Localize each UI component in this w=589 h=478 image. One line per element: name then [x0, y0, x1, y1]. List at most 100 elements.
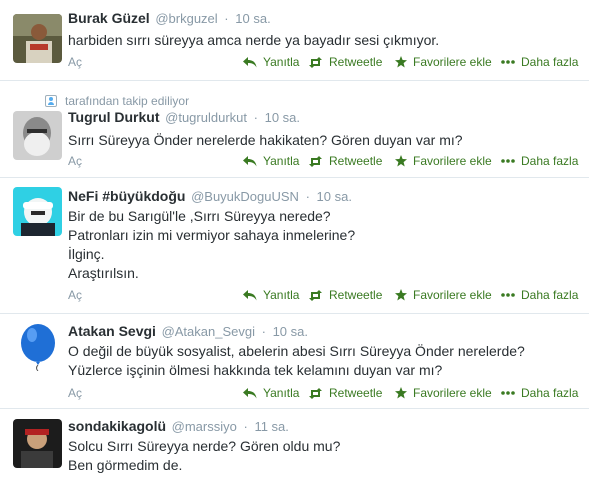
favorite-label: Favorilere ekle — [413, 386, 492, 400]
reply-icon — [243, 155, 257, 166]
author-handle[interactable]: @marssiyo — [172, 419, 237, 434]
reply-button[interactable]: Yanıtla — [243, 154, 299, 168]
more-dots-icon — [501, 159, 515, 163]
author-name[interactable]: Burak Güzel — [68, 10, 150, 26]
author-name[interactable]: sondakikagolü — [68, 418, 166, 434]
more-button[interactable]: Daha fazla — [501, 386, 578, 400]
tweet-actions: Aç Yanıtla Retweetle Favorilere ekle Dah… — [68, 288, 578, 304]
timestamp[interactable]: 10 sa. — [235, 11, 270, 26]
tweet[interactable]: Atakan Sevgi @Atakan_Sevgi · 10 sa. O de… — [0, 314, 589, 409]
tweet[interactable]: NeFi #büyükdoğu @BuyukDoguUSN · 10 sa. B… — [0, 178, 589, 314]
reply-label: Yanıtla — [263, 386, 300, 400]
author-handle[interactable]: @brkguzel — [155, 11, 217, 26]
tweet[interactable]: sondakikagolü @marssiyo · 11 sa. Solcu S… — [0, 409, 589, 478]
separator-dot: · — [305, 189, 310, 204]
star-icon — [395, 289, 407, 301]
retweet-icon — [309, 289, 322, 301]
tweet-text: Solcu Sırrı Süreyya nerde? Gören oldu mu… — [68, 437, 340, 475]
star-icon — [395, 56, 407, 68]
follow-context: tarafından takip ediliyor — [45, 94, 189, 108]
reply-label: Yanıtla — [263, 288, 300, 302]
tweet-text-line: İlginç. — [68, 246, 105, 262]
reply-label: Yanıtla — [263, 154, 300, 168]
expand-link[interactable]: Aç — [68, 55, 82, 69]
retweet-icon — [309, 56, 322, 68]
retweet-icon — [309, 155, 322, 167]
tweet-text-line: Patronları izin mi vermiyor sahaya inmel… — [68, 227, 356, 243]
expand-link[interactable]: Aç — [68, 154, 82, 168]
more-label: Daha fazla — [521, 154, 579, 168]
expand-link[interactable]: Aç — [68, 288, 82, 302]
reply-icon — [243, 56, 257, 67]
avatar-photo-icon — [13, 419, 62, 468]
tweet-text-line: Yüzlerce işçinin ölmesi hakkında tek kel… — [68, 362, 443, 378]
tweet-text-line: Ben görmedim de. — [68, 457, 183, 473]
avatar[interactable] — [13, 14, 62, 63]
separator-dot: · — [224, 11, 229, 26]
favorite-label: Favorilere ekle — [413, 55, 492, 69]
tweet-header: Tugrul Durkut @tugruldurkut · 10 sa. — [68, 109, 300, 125]
star-icon — [395, 387, 407, 399]
favorite-button[interactable]: Favorilere ekle — [395, 288, 492, 302]
user-icon — [45, 95, 57, 107]
more-button[interactable]: Daha fazla — [501, 55, 578, 69]
follow-context-text: tarafından takip ediliyor — [65, 94, 190, 108]
author-handle[interactable]: @BuyukDoguUSN — [191, 189, 299, 204]
author-handle[interactable]: @Atakan_Sevgi — [162, 324, 255, 339]
tweet-header: Atakan Sevgi @Atakan_Sevgi · 10 sa. — [68, 323, 308, 339]
tweet-header: NeFi #büyükdoğu @BuyukDoguUSN · 10 sa. — [68, 188, 352, 204]
separator-dot: · — [261, 324, 266, 339]
tweet-text: Bir de bu Sarıgül'le ,Sırrı Süreyya nere… — [68, 207, 355, 283]
star-icon — [395, 155, 407, 167]
tweet-text-line: Araştırılsın. — [68, 265, 139, 281]
author-handle[interactable]: @tugruldurkut — [165, 110, 247, 125]
avatar[interactable] — [13, 322, 62, 371]
tweet-actions: Aç Yanıtla Retweetle Favorilere ekle Dah… — [68, 154, 578, 170]
balloon-avatar-icon — [13, 322, 62, 371]
favorite-button[interactable]: Favorilere ekle — [395, 55, 492, 69]
avatar[interactable] — [13, 187, 62, 236]
more-button[interactable]: Daha fazla — [501, 288, 578, 302]
tweet-text: O değil de büyük sosyalist, abelerin abe… — [68, 342, 525, 380]
avatar-photo-icon — [13, 187, 62, 236]
author-name[interactable]: NeFi #büyükdoğu — [68, 188, 185, 204]
timestamp[interactable]: 10 sa. — [273, 324, 308, 339]
separator-dot: · — [243, 419, 248, 434]
retweet-button[interactable]: Retweetle — [308, 55, 382, 69]
author-name[interactable]: Atakan Sevgi — [68, 323, 156, 339]
avatar[interactable] — [13, 111, 62, 160]
tweet[interactable]: tarafından takip ediliyor Tugrul Durkut … — [0, 81, 589, 178]
reply-icon — [243, 387, 257, 398]
more-button[interactable]: Daha fazla — [501, 154, 578, 168]
more-label: Daha fazla — [521, 288, 579, 302]
expand-link[interactable]: Aç — [68, 386, 82, 400]
timestamp[interactable]: 11 sa. — [254, 419, 288, 434]
favorite-button[interactable]: Favorilere ekle — [395, 154, 492, 168]
tweet-header: sondakikagolü @marssiyo · 11 sa. — [68, 418, 289, 434]
timestamp[interactable]: 10 sa. — [317, 189, 352, 204]
more-label: Daha fazla — [521, 55, 579, 69]
author-name[interactable]: Tugrul Durkut — [68, 109, 160, 125]
tweet-actions: Aç Yanıtla Retweetle Favorilere ekle Dah… — [68, 55, 578, 71]
reply-button[interactable]: Yanıtla — [243, 386, 299, 400]
avatar[interactable] — [13, 419, 62, 468]
retweet-button[interactable]: Retweetle — [308, 386, 382, 400]
favorite-button[interactable]: Favorilere ekle — [395, 386, 492, 400]
tweet-actions: Aç Yanıtla Retweetle Favorilere ekle Dah… — [68, 386, 578, 402]
more-label: Daha fazla — [521, 386, 579, 400]
retweet-button[interactable]: Retweetle — [308, 154, 382, 168]
tweet-text-line: Bir de bu Sarıgül'le ,Sırrı Süreyya nere… — [68, 208, 331, 224]
tweet-header: Burak Güzel @brkguzel · 10 sa. — [68, 10, 271, 26]
more-dots-icon — [501, 391, 515, 395]
tweet-text: Sırrı Süreyya Önder nerelerde hakikaten?… — [68, 131, 463, 150]
tweet-text-line: harbiden sırrı süreyya amca nerde ya bay… — [68, 32, 440, 48]
retweet-label: Retweetle — [329, 154, 383, 168]
tweet[interactable]: Burak Güzel @brkguzel · 10 sa. harbiden … — [0, 0, 589, 81]
favorite-label: Favorilere ekle — [413, 288, 492, 302]
retweet-button[interactable]: Retweetle — [308, 288, 382, 302]
reply-button[interactable]: Yanıtla — [243, 55, 299, 69]
timestamp[interactable]: 10 sa. — [265, 110, 300, 125]
reply-button[interactable]: Yanıtla — [243, 288, 299, 302]
more-dots-icon — [501, 60, 515, 64]
tweet-text: harbiden sırrı süreyya amca nerde ya bay… — [68, 31, 439, 50]
